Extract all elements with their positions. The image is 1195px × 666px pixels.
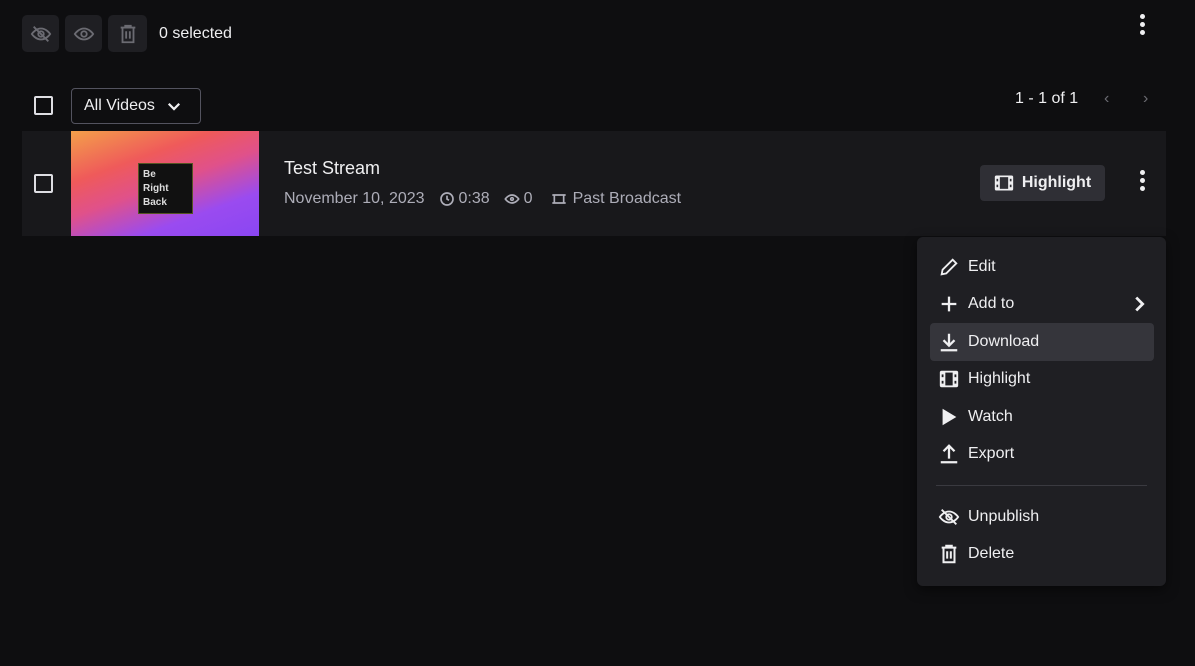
page-more-options-button[interactable] xyxy=(1132,14,1152,35)
clock-icon xyxy=(439,192,454,206)
video-type: Past Broadcast xyxy=(572,190,682,207)
download-icon xyxy=(940,333,958,352)
video-row[interactable]: Be Right Back Test Stream November 10, 202… xyxy=(22,131,1166,236)
film-icon xyxy=(939,371,959,388)
eye-off-icon xyxy=(30,25,51,42)
eye-off-icon xyxy=(938,508,960,525)
menu-label: Add to xyxy=(968,295,1015,313)
chevron-down-icon xyxy=(167,102,180,111)
film-icon xyxy=(994,175,1014,191)
pencil-icon xyxy=(940,258,958,276)
menu-item-watch[interactable]: Watch xyxy=(930,398,1154,436)
play-icon xyxy=(942,408,957,425)
menu-item-unpublish[interactable]: Unpublish xyxy=(930,498,1154,536)
publish-selected-button[interactable] xyxy=(65,15,102,52)
video-context-menu: Edit Add to Download Highlight Watch Exp… xyxy=(917,237,1166,586)
highlight-button[interactable]: Highlight xyxy=(980,165,1105,201)
broadcast-icon xyxy=(551,194,566,204)
delete-selected-button[interactable] xyxy=(108,15,147,52)
video-meta: November 10, 2023 0:38 0 Past Broadcast xyxy=(284,190,685,208)
video-checkbox[interactable] xyxy=(34,174,53,193)
menu-label: Export xyxy=(968,445,1015,463)
menu-item-delete[interactable]: Delete xyxy=(930,536,1154,574)
trash-icon xyxy=(120,24,135,43)
video-thumbnail[interactable]: Be Right Back xyxy=(71,131,259,236)
select-all-checkbox[interactable] xyxy=(34,96,53,115)
thumbnail-be-right-back: Be Right Back xyxy=(138,163,193,214)
menu-label: Highlight xyxy=(968,370,1031,388)
video-views: 0 xyxy=(523,190,533,207)
video-date: November 10, 2023 xyxy=(284,190,425,207)
menu-item-download[interactable]: Download xyxy=(930,323,1154,361)
chevron-right-icon xyxy=(1135,296,1145,312)
thumb-text: Right xyxy=(143,183,169,194)
highlight-button-label: Highlight xyxy=(1021,174,1092,191)
menu-item-highlight[interactable]: Highlight xyxy=(930,361,1154,399)
filter-label: All Videos xyxy=(84,97,155,114)
trash-icon xyxy=(941,544,957,564)
video-more-options-button[interactable] xyxy=(1132,170,1152,191)
unpublish-selected-button[interactable] xyxy=(22,15,59,52)
video-duration: 0:38 xyxy=(458,190,490,207)
thumb-text: Be xyxy=(143,169,156,180)
selected-count: 0 selected xyxy=(159,25,232,42)
menu-item-export[interactable]: Export xyxy=(930,436,1154,474)
menu-label: Edit xyxy=(968,257,996,275)
menu-item-edit[interactable]: Edit xyxy=(930,248,1154,286)
menu-divider xyxy=(936,485,1147,486)
next-page-button[interactable]: › xyxy=(1143,90,1148,108)
thumb-text: Back xyxy=(143,197,167,208)
video-title[interactable]: Test Stream xyxy=(284,158,380,179)
eye-icon xyxy=(73,27,94,40)
upload-icon xyxy=(940,444,958,464)
filter-dropdown[interactable]: All Videos xyxy=(71,88,201,124)
eye-icon xyxy=(504,194,520,204)
menu-label: Delete xyxy=(968,545,1015,563)
menu-label: Watch xyxy=(968,407,1013,425)
plus-icon xyxy=(941,296,957,312)
menu-label: Unpublish xyxy=(968,507,1040,525)
pagination-text: 1 - 1 of 1 xyxy=(1015,90,1079,107)
menu-item-add-to[interactable]: Add to xyxy=(930,286,1154,324)
menu-label: Download xyxy=(968,332,1040,350)
prev-page-button[interactable]: ‹ xyxy=(1104,90,1109,108)
